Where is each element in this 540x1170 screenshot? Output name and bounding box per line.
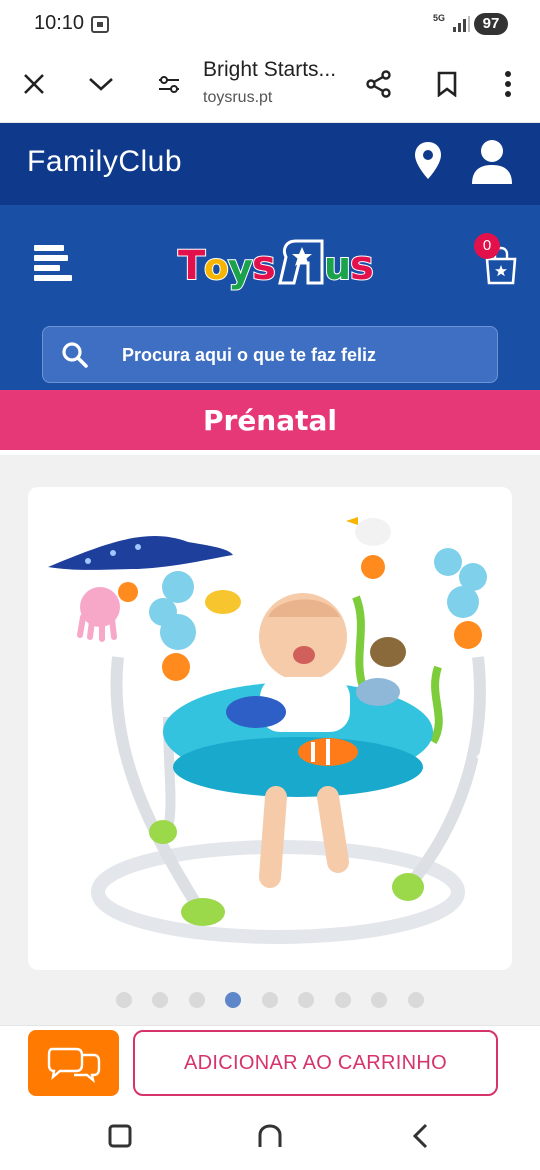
next-image-arrow-icon[interactable]	[470, 749, 500, 789]
toysrus-logo[interactable]: T o y s u s	[176, 235, 381, 291]
gallery-dot[interactable]	[189, 992, 205, 1008]
gallery-dot[interactable]	[298, 992, 314, 1008]
product-image[interactable]	[28, 487, 512, 970]
search-icon	[62, 342, 88, 368]
cart-button[interactable]: 0	[474, 233, 522, 285]
gallery-dot[interactable]	[335, 992, 351, 1008]
prenatal-logo: Prénatal	[202, 404, 338, 437]
page-url[interactable]: toysrus.pt	[203, 89, 272, 107]
family-club-bar: FamilyClub	[0, 123, 540, 205]
add-to-cart-button[interactable]: ADICIONAR AO CARRINHO	[133, 1030, 498, 1096]
chat-button[interactable]	[28, 1030, 119, 1096]
gallery-dot[interactable]	[371, 992, 387, 1008]
recent-apps-icon[interactable]	[105, 1121, 135, 1151]
battery-level: 97	[474, 13, 508, 35]
status-bar: 10:10 5G 97	[0, 0, 540, 48]
product-gallery	[0, 455, 540, 1025]
chat-bubbles-icon	[47, 1047, 101, 1083]
gallery-dot[interactable]	[408, 992, 424, 1008]
status-time: 10:10	[34, 12, 85, 34]
back-icon[interactable]	[406, 1121, 436, 1151]
toysrus-logo-graphic: T o y s u s	[177, 239, 375, 291]
svg-text:s: s	[252, 243, 277, 289]
search-bar[interactable]: Procura aqui o que te faz feliz	[42, 326, 498, 383]
search-input[interactable]: Procura aqui o que te faz feliz	[122, 345, 376, 366]
share-icon[interactable]	[361, 66, 397, 102]
gallery-dot-active[interactable]	[225, 992, 241, 1008]
location-pin-icon[interactable]	[414, 141, 442, 181]
network-type: 5G	[433, 13, 446, 23]
screenshot-icon	[91, 16, 109, 33]
home-icon[interactable]	[255, 1121, 285, 1151]
svg-text:s: s	[350, 243, 375, 289]
chevron-down-icon[interactable]	[83, 66, 119, 102]
more-vert-icon[interactable]	[490, 66, 526, 102]
cart-count-badge: 0	[474, 233, 500, 259]
svg-text:y: y	[228, 246, 254, 290]
family-club-link[interactable]: FamilyClub	[27, 145, 182, 179]
svg-text:o: o	[204, 247, 230, 288]
page-title[interactable]: Bright Starts...	[203, 58, 336, 82]
svg-text:T: T	[178, 243, 206, 289]
baby-jumper-illustration	[48, 517, 487, 944]
system-nav-bar	[0, 1103, 540, 1170]
gallery-pagination	[0, 992, 540, 1008]
prev-image-arrow-icon[interactable]	[40, 749, 70, 789]
signal-icon	[453, 16, 470, 32]
gallery-dot[interactable]	[116, 992, 132, 1008]
prenatal-banner[interactable]: Prénatal	[0, 390, 540, 450]
svg-text:u: u	[324, 244, 352, 288]
site-header: T o y s u s 0 Procura aqui o que te faz …	[0, 205, 540, 390]
page-settings-icon[interactable]	[151, 66, 187, 102]
hamburger-menu-icon[interactable]	[34, 245, 72, 281]
product-action-bar: ADICIONAR AO CARRINHO	[0, 1025, 540, 1103]
close-icon[interactable]	[16, 66, 52, 102]
user-icon[interactable]	[471, 139, 513, 185]
browser-toolbar: Bright Starts... toysrus.pt	[0, 48, 540, 123]
bookmark-icon[interactable]	[429, 66, 465, 102]
gallery-dot[interactable]	[152, 992, 168, 1008]
gallery-dot[interactable]	[262, 992, 278, 1008]
screen: 10:10 5G 97 Bright Starts... toysrus.pt …	[0, 0, 540, 1170]
